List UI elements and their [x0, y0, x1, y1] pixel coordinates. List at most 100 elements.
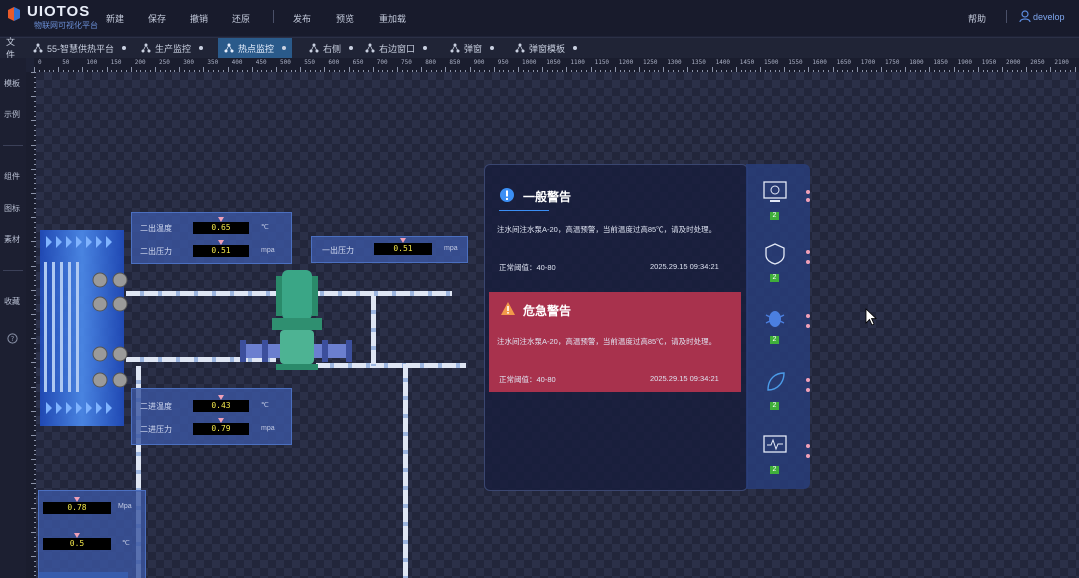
ruler-label: 1650	[836, 59, 852, 66]
ruler-label: 700	[376, 59, 388, 66]
tab-label: 55-智慧供热平台	[47, 43, 115, 54]
ruler-label: 150	[110, 59, 122, 66]
ruler-label: 950	[497, 59, 509, 66]
reload-button[interactable]: 重加载	[379, 12, 406, 25]
ruler-label: 550	[304, 59, 316, 66]
pri-out-press-label: 一出压力	[322, 246, 354, 255]
publish-button[interactable]: 发布	[293, 12, 311, 25]
sec-out-press-unit: mpa	[261, 247, 275, 254]
new-button[interactable]: 新建	[106, 12, 124, 25]
ruler-label: 900	[473, 59, 485, 66]
bottom-value-1: 0.78	[43, 497, 111, 514]
preview-button[interactable]: 预览	[336, 12, 354, 25]
tab-close-dot[interactable]	[423, 46, 428, 50]
ruler-label: 850	[449, 59, 461, 66]
ruler-label: 1700	[860, 59, 876, 66]
tab-close-dot[interactable]	[490, 46, 495, 50]
connector-dot	[806, 250, 810, 254]
design-canvas[interactable]: 二出温度 0.65 ℃ 二出压力 0.51 mpa 一出压力 0.51 mpa …	[36, 72, 1079, 578]
ruler-label: 1500	[764, 59, 779, 66]
sidebar-item-templates[interactable]: 模板	[4, 78, 20, 89]
toolbar-divider	[1006, 10, 1007, 23]
alert-card: 一般警告 注水间注水泵A-20，高温预警，当前温度过高85℃，请及时处理。 正常…	[484, 164, 748, 491]
ruler-label: 1450	[739, 59, 755, 66]
sec-in-press-unit: mpa	[261, 425, 275, 432]
tab-label: 生产监控	[155, 43, 192, 54]
bottom-value-2: 0.5	[43, 533, 111, 550]
danger-alert-threshold: 正常阈值：40-80	[499, 375, 556, 384]
ruler-label: 300	[183, 59, 195, 66]
help-button[interactable]: 帮助	[968, 12, 986, 25]
bottom-unit-2: ℃	[122, 540, 130, 547]
logo-icon	[8, 7, 20, 21]
leaf-icon[interactable]	[760, 370, 790, 394]
primary-out-panel: 一出压力 0.51 mpa	[311, 236, 468, 263]
bug-icon[interactable]	[760, 306, 790, 330]
connector-dot	[806, 260, 810, 264]
shield-icon[interactable]	[760, 242, 790, 266]
monitor-wave-icon[interactable]	[760, 434, 790, 458]
sidebar-divider	[3, 270, 23, 271]
danger-alert-time: 2025.29.15 09:34:21	[650, 374, 719, 383]
tab-file[interactable]: 文件	[0, 37, 26, 60]
diagram-icon	[365, 43, 375, 53]
monitor-info-icon[interactable]	[760, 180, 790, 204]
ruler-label: 1950	[981, 59, 997, 66]
undo-button[interactable]: 撤销	[190, 12, 208, 25]
info-icon	[500, 188, 514, 202]
heat-exchanger-icon	[40, 230, 128, 426]
ruler-label: 1350	[691, 59, 706, 66]
tab-production-monitor[interactable]: 生产监控	[135, 38, 209, 58]
tab-close-dot[interactable]	[573, 46, 578, 50]
save-button[interactable]: 保存	[148, 12, 166, 25]
connector-dot	[806, 324, 810, 328]
ruler-label: 2000	[1006, 59, 1021, 66]
connector-dot	[806, 454, 810, 458]
ruler-label: 1800	[909, 59, 924, 66]
ruler-label: 2050	[1030, 59, 1045, 66]
user-icon[interactable]	[1019, 10, 1031, 23]
tab-close-dot[interactable]	[349, 46, 354, 50]
sidebar-item-components[interactable]: 组件	[4, 171, 20, 182]
sec-in-press-label: 二进压力	[140, 425, 172, 434]
ruler-label: 450	[255, 59, 267, 66]
sec-out-temp-unit: ℃	[261, 224, 269, 231]
tab-label: 弹窗	[464, 43, 483, 54]
redo-button[interactable]: 还原	[232, 12, 250, 25]
sidebar-item-examples[interactable]: 示例	[4, 109, 20, 120]
ruler-label: 1750	[885, 59, 900, 66]
tab-popup-template[interactable]: 弹窗模板	[509, 38, 583, 58]
horizontal-ruler: 0 50 100 150 200 250 300 350 400 450 500 550 600 650 7…	[34, 58, 1079, 73]
general-alert-title: 一般警告	[523, 190, 572, 204]
ruler-label: 1200	[618, 59, 634, 66]
tab-right-window[interactable]: 右边窗口	[359, 38, 433, 58]
connector-dot	[806, 190, 810, 194]
general-alert-threshold: 正常阈值：40-80	[499, 263, 556, 272]
tab-popup[interactable]: 弹窗	[444, 38, 500, 58]
user-name[interactable]: develop	[1033, 12, 1065, 22]
tab-hotspot-monitor[interactable]: 热点监控	[218, 38, 293, 58]
help-circle-icon[interactable]: ?	[7, 333, 18, 344]
sec-out-press-label: 二出压力	[140, 247, 172, 256]
sidebar-item-assets[interactable]: 素材	[4, 234, 20, 245]
tab-label: 热点监控	[238, 43, 275, 54]
ruler-label: 250	[159, 59, 170, 66]
sidebar-item-icons[interactable]: 图标	[4, 203, 20, 214]
sec-in-temp-unit: ℃	[261, 402, 269, 409]
tab-right[interactable]: 右侧	[303, 38, 359, 58]
tab-label: 弹窗模板	[529, 43, 566, 54]
badge-count: 2	[770, 274, 779, 282]
tab-close-dot[interactable]	[199, 46, 204, 50]
badge-count: 2	[770, 402, 779, 410]
ruler-label: 1400	[715, 59, 731, 66]
danger-alert-box: 危急警告 注水间注水泵A-20，高温预警，当前温度过高85℃，请及时处理。 正常…	[489, 292, 741, 392]
ruler-label: 1000	[522, 59, 537, 66]
ruler-label: 400	[231, 59, 243, 66]
bottom-unit-1: Mpa	[118, 503, 132, 510]
tab-close-dot[interactable]	[282, 46, 287, 50]
diagram-icon	[33, 43, 43, 53]
sidebar-item-favorites[interactable]: 收藏	[4, 296, 20, 307]
tab-close-dot[interactable]	[122, 46, 127, 50]
tab-heating-platform[interactable]: 55-智慧供热平台	[27, 38, 132, 58]
general-alert-text: 注水间注水泵A-20，高温预警，当前温度过高85℃，请及时处理。	[497, 225, 717, 234]
